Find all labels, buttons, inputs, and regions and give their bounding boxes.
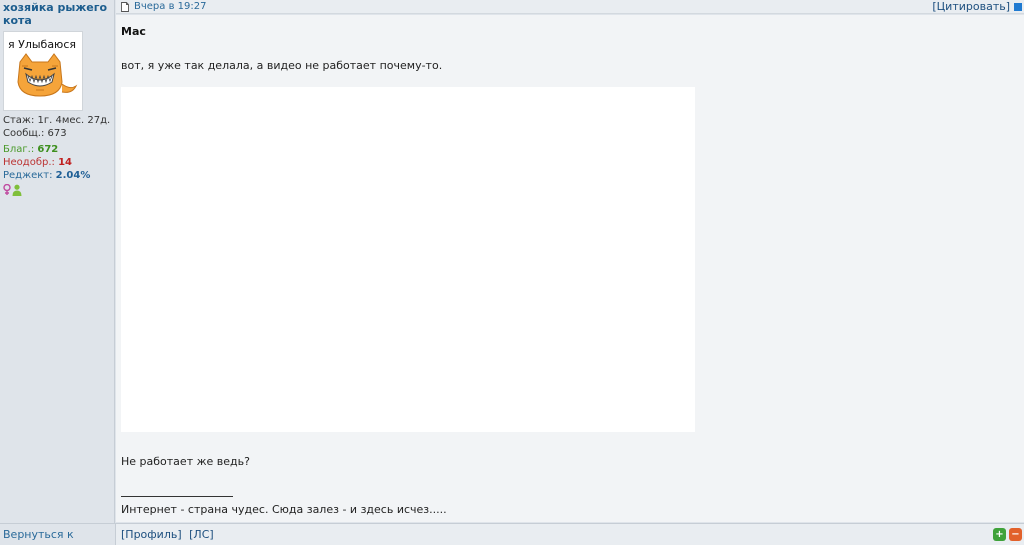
video-embed[interactable] bbox=[121, 87, 695, 432]
back-to-top-link[interactable]: Вернуться к началу bbox=[3, 528, 74, 545]
thumbs-down-icon[interactable]: − bbox=[1009, 528, 1022, 541]
author-thanks: Благ.: 672 bbox=[3, 143, 111, 156]
thanks-label: Благ.: bbox=[3, 144, 38, 155]
post-text-after: Не работает же ведь? bbox=[121, 455, 250, 468]
author-messages: Сообщ.: 673 bbox=[3, 128, 67, 139]
user-icon bbox=[12, 184, 22, 196]
post-date-link[interactable]: Вчера в 19:27 bbox=[134, 1, 206, 12]
pm-link[interactable]: [ЛС] bbox=[189, 528, 214, 541]
post-body: Mac вот, я уже так делала, а видео не ра… bbox=[116, 15, 1024, 522]
vote-icons: + − bbox=[993, 528, 1022, 541]
reject-value: 2.04% bbox=[55, 170, 91, 181]
author-tenure: Стаж: 1г. 4мес. 27д. bbox=[3, 115, 111, 126]
quote-square-icon[interactable] bbox=[1014, 3, 1022, 11]
female-icon bbox=[3, 184, 11, 195]
post-title: Mac bbox=[121, 25, 146, 38]
signature-divider bbox=[121, 496, 233, 497]
status-icons bbox=[3, 184, 111, 196]
thanks-value: 672 bbox=[37, 144, 59, 155]
avatar: я Улыбаюся bbox=[3, 31, 83, 111]
post-header: Вчера в 19:27 [Цитировать] bbox=[116, 0, 1024, 14]
disapproved-label: Неодобр.: bbox=[3, 157, 59, 168]
author-reject: Реджект: 2.04% bbox=[3, 169, 111, 182]
signature: Интернет - страна чудес. Сюда залез - и … bbox=[121, 503, 447, 516]
reject-label: Реджект: bbox=[3, 170, 56, 181]
author-disapproved: Неодобр.: 14 bbox=[3, 156, 111, 169]
document-icon bbox=[121, 1, 129, 12]
author-column: хозяйка рыжего кота я Улыбаюся Стаж: 1г.… bbox=[0, 0, 115, 523]
footer-left: Вернуться к началу bbox=[0, 523, 116, 545]
disapproved-value: 14 bbox=[58, 157, 72, 168]
quote-button[interactable]: [Цитировать] bbox=[932, 0, 1010, 14]
avatar-caption: я Улыбаюся bbox=[8, 38, 76, 51]
footer-right: [Профиль] [ЛС] + − bbox=[116, 523, 1024, 545]
thumbs-up-icon[interactable]: + bbox=[993, 528, 1006, 541]
post-text: вот, я уже так делала, а видео не работа… bbox=[121, 59, 443, 72]
author-name-link[interactable]: хозяйка рыжего кота bbox=[3, 1, 111, 27]
profile-link[interactable]: [Профиль] bbox=[121, 528, 182, 541]
cat-icon bbox=[17, 53, 78, 97]
